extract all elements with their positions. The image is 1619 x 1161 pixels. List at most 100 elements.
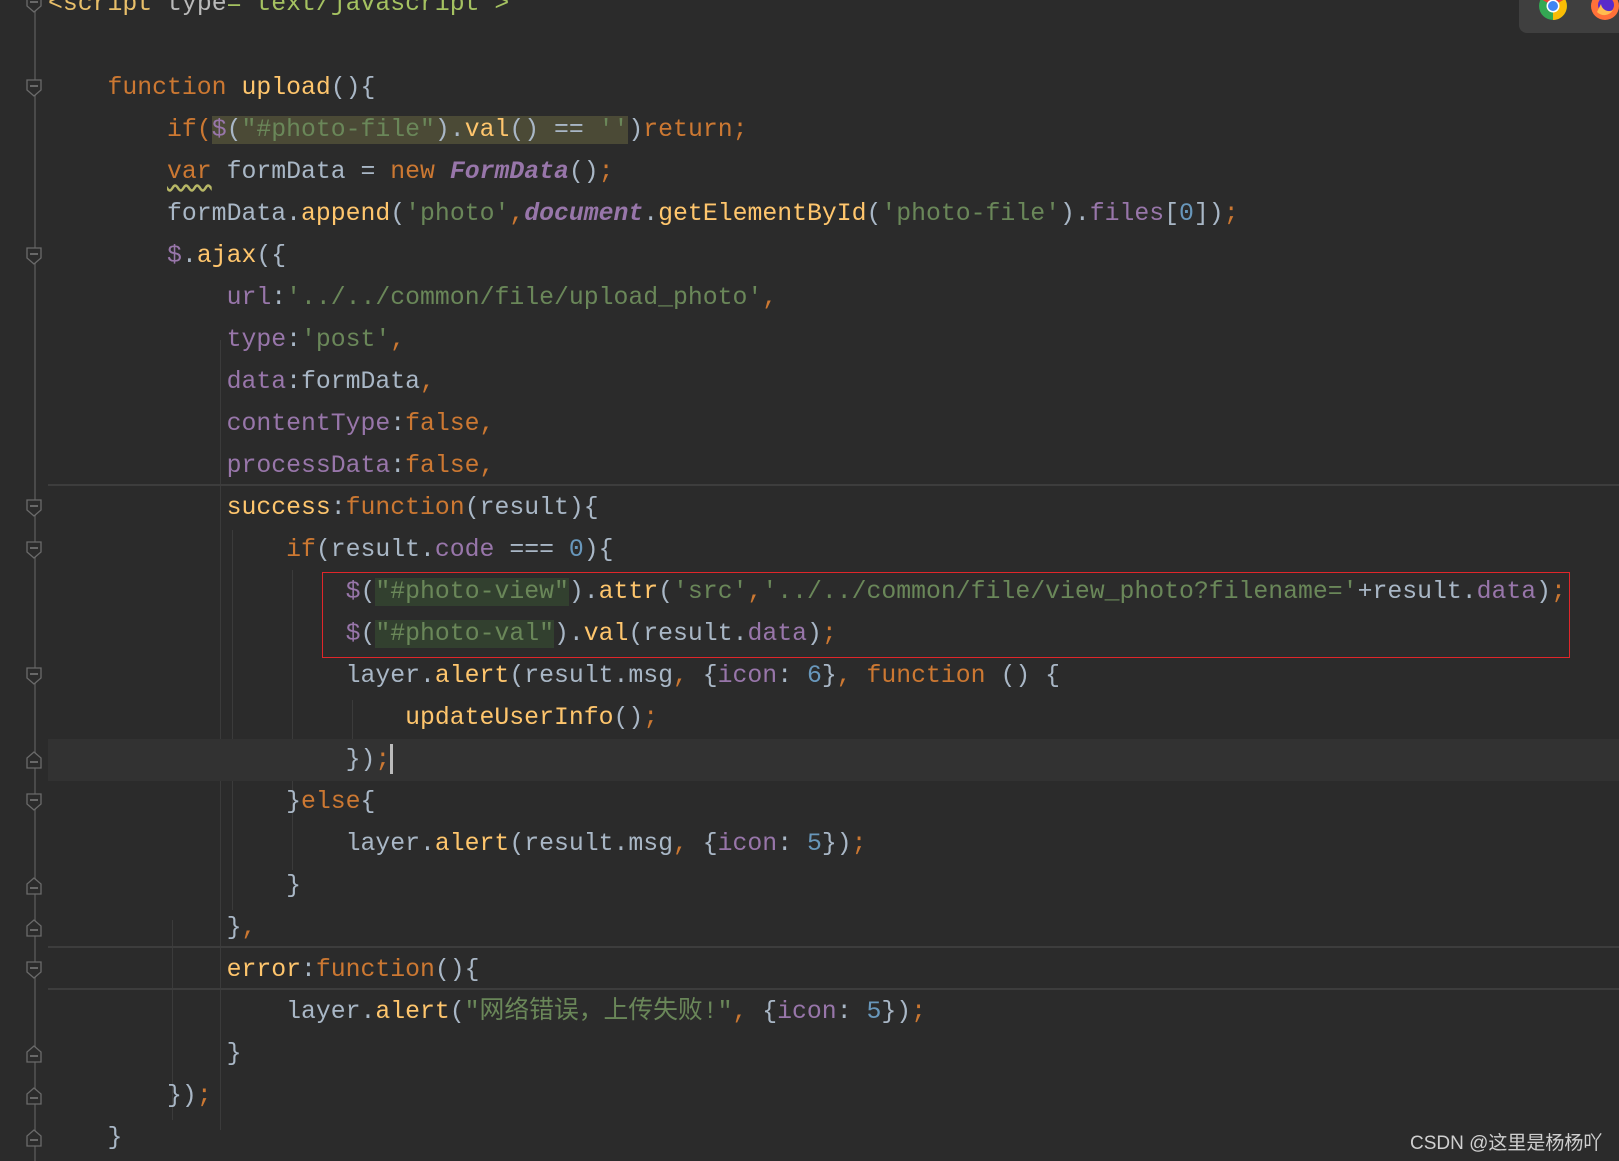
code-token: ;: [375, 746, 391, 774]
code-token: ,: [673, 830, 703, 858]
fold-start-icon[interactable]: [26, 667, 42, 685]
code-token: function: [866, 662, 1001, 690]
code-token: ;: [196, 1082, 212, 1110]
code-token: data: [226, 368, 287, 396]
fold-start-icon[interactable]: [26, 499, 42, 517]
code-token: () {: [1000, 662, 1060, 690]
code-token: () ==: [509, 116, 599, 144]
code-line[interactable]: processData:false,: [48, 445, 1619, 487]
code-token: ,: [673, 662, 703, 690]
code-token: append: [300, 200, 391, 228]
code-token: val: [583, 620, 629, 648]
code-token: ): [628, 116, 644, 144]
code-token: ).: [568, 578, 599, 606]
fold-start-icon[interactable]: [26, 79, 42, 97]
code-line[interactable]: $.ajax({: [48, 235, 1619, 277]
code-line[interactable]: url:'../../common/file/upload_photo',: [48, 277, 1619, 319]
code-token: layer.: [48, 830, 435, 858]
code-token: formData.: [48, 200, 301, 228]
code-line[interactable]: error:function(){: [48, 949, 1619, 991]
code-token: (: [866, 200, 882, 228]
watermark: CSDN @这里是杨杨吖: [1410, 1133, 1603, 1154]
code-line[interactable]: $("#photo-val").val(result.data);: [48, 613, 1619, 655]
code-token: url: [226, 284, 272, 312]
code-token: ;: [911, 998, 926, 1026]
code-line[interactable]: var formData = new FormData();: [48, 151, 1619, 193]
fold-end-icon[interactable]: [26, 751, 42, 769]
code-token: (result.msg: [509, 830, 673, 858]
fold-end-icon[interactable]: [26, 919, 42, 937]
code-line[interactable]: }: [48, 865, 1619, 907]
fold-end-icon[interactable]: [26, 1129, 42, 1147]
code-token: }): [48, 1082, 197, 1110]
fold-end-icon[interactable]: [26, 877, 42, 895]
code-token: }: [48, 872, 301, 900]
code-line[interactable]: },: [48, 907, 1619, 949]
code-token: :: [390, 452, 406, 480]
code-token: ,: [509, 200, 525, 228]
code-token: ;: [598, 158, 614, 186]
method-separator: [48, 988, 1619, 990]
code-token: '../../common/file/view_photo?filename=': [762, 578, 1358, 606]
code-token: .: [181, 242, 197, 270]
fold-start-icon[interactable]: [26, 0, 42, 13]
code-token: "#photo-file": [241, 116, 435, 144]
code-line[interactable]: }else{: [48, 781, 1619, 823]
code-line[interactable]: });: [48, 739, 1619, 781]
code-token: success: [226, 494, 331, 522]
code-line[interactable]: }: [48, 1117, 1619, 1159]
editor-gutter: [0, 0, 46, 1161]
code-token: <script: [48, 0, 153, 18]
chrome-icon[interactable]: [1539, 0, 1567, 20]
code-line[interactable]: }: [48, 1033, 1619, 1075]
code-token: false,: [405, 410, 495, 438]
code-line[interactable]: $("#photo-view").attr('src','../../commo…: [48, 571, 1619, 613]
fold-end-icon[interactable]: [26, 1045, 42, 1063]
code-line[interactable]: success:function(result){: [48, 487, 1619, 529]
code-token: ;: [851, 830, 867, 858]
code-line[interactable]: function upload(){: [48, 67, 1619, 109]
code-token: (result.: [628, 620, 748, 648]
firefox-icon[interactable]: [1591, 0, 1619, 20]
code-token: }: [48, 1124, 123, 1152]
code-line[interactable]: <script type= text/javascript >: [48, 0, 1619, 25]
code-token: '': [598, 116, 629, 144]
code-token: 'post': [301, 326, 391, 354]
code-line[interactable]: [48, 25, 1619, 67]
fold-start-icon[interactable]: [26, 961, 42, 979]
code-line[interactable]: type:'post',: [48, 319, 1619, 361]
code-line[interactable]: contentType:false,: [48, 403, 1619, 445]
code-line[interactable]: layer.alert("网络错误，上传失败!", {icon: 5});: [48, 991, 1619, 1033]
code-token: ,: [390, 326, 406, 354]
code-token: ]): [1193, 200, 1224, 228]
code-token: ({: [256, 242, 287, 270]
code-token: (): [568, 158, 599, 186]
code-token: type: [152, 0, 227, 18]
code-token: (: [390, 200, 406, 228]
code-token: ).: [434, 116, 465, 144]
code-line[interactable]: if(result.code === 0){: [48, 529, 1619, 571]
code-line[interactable]: formData.append('photo',document.getElem…: [48, 193, 1619, 235]
code-line[interactable]: layer.alert(result.msg, {icon: 6}, funct…: [48, 655, 1619, 697]
code-line[interactable]: layer.alert(result.msg, {icon: 5});: [48, 823, 1619, 865]
fold-end-icon[interactable]: [26, 1087, 42, 1105]
fold-start-icon[interactable]: [26, 247, 42, 265]
code-line[interactable]: });: [48, 1075, 1619, 1117]
code-line[interactable]: if($("#photo-file").val() == '')return;: [48, 109, 1619, 151]
code-token: ajax: [196, 242, 257, 270]
code-token: ).: [1059, 200, 1090, 228]
fold-start-icon[interactable]: [26, 541, 42, 559]
code-token: }: [821, 662, 837, 690]
code-editor[interactable]: <script type= text/javascript > function…: [48, 0, 1619, 1159]
code-token: 'src': [673, 578, 748, 606]
code-line[interactable]: data:formData,: [48, 361, 1619, 403]
fold-start-icon[interactable]: [26, 793, 42, 811]
code-token: attr: [598, 578, 659, 606]
code-token: :: [777, 830, 807, 858]
code-line[interactable]: updateUserInfo();: [48, 697, 1619, 739]
